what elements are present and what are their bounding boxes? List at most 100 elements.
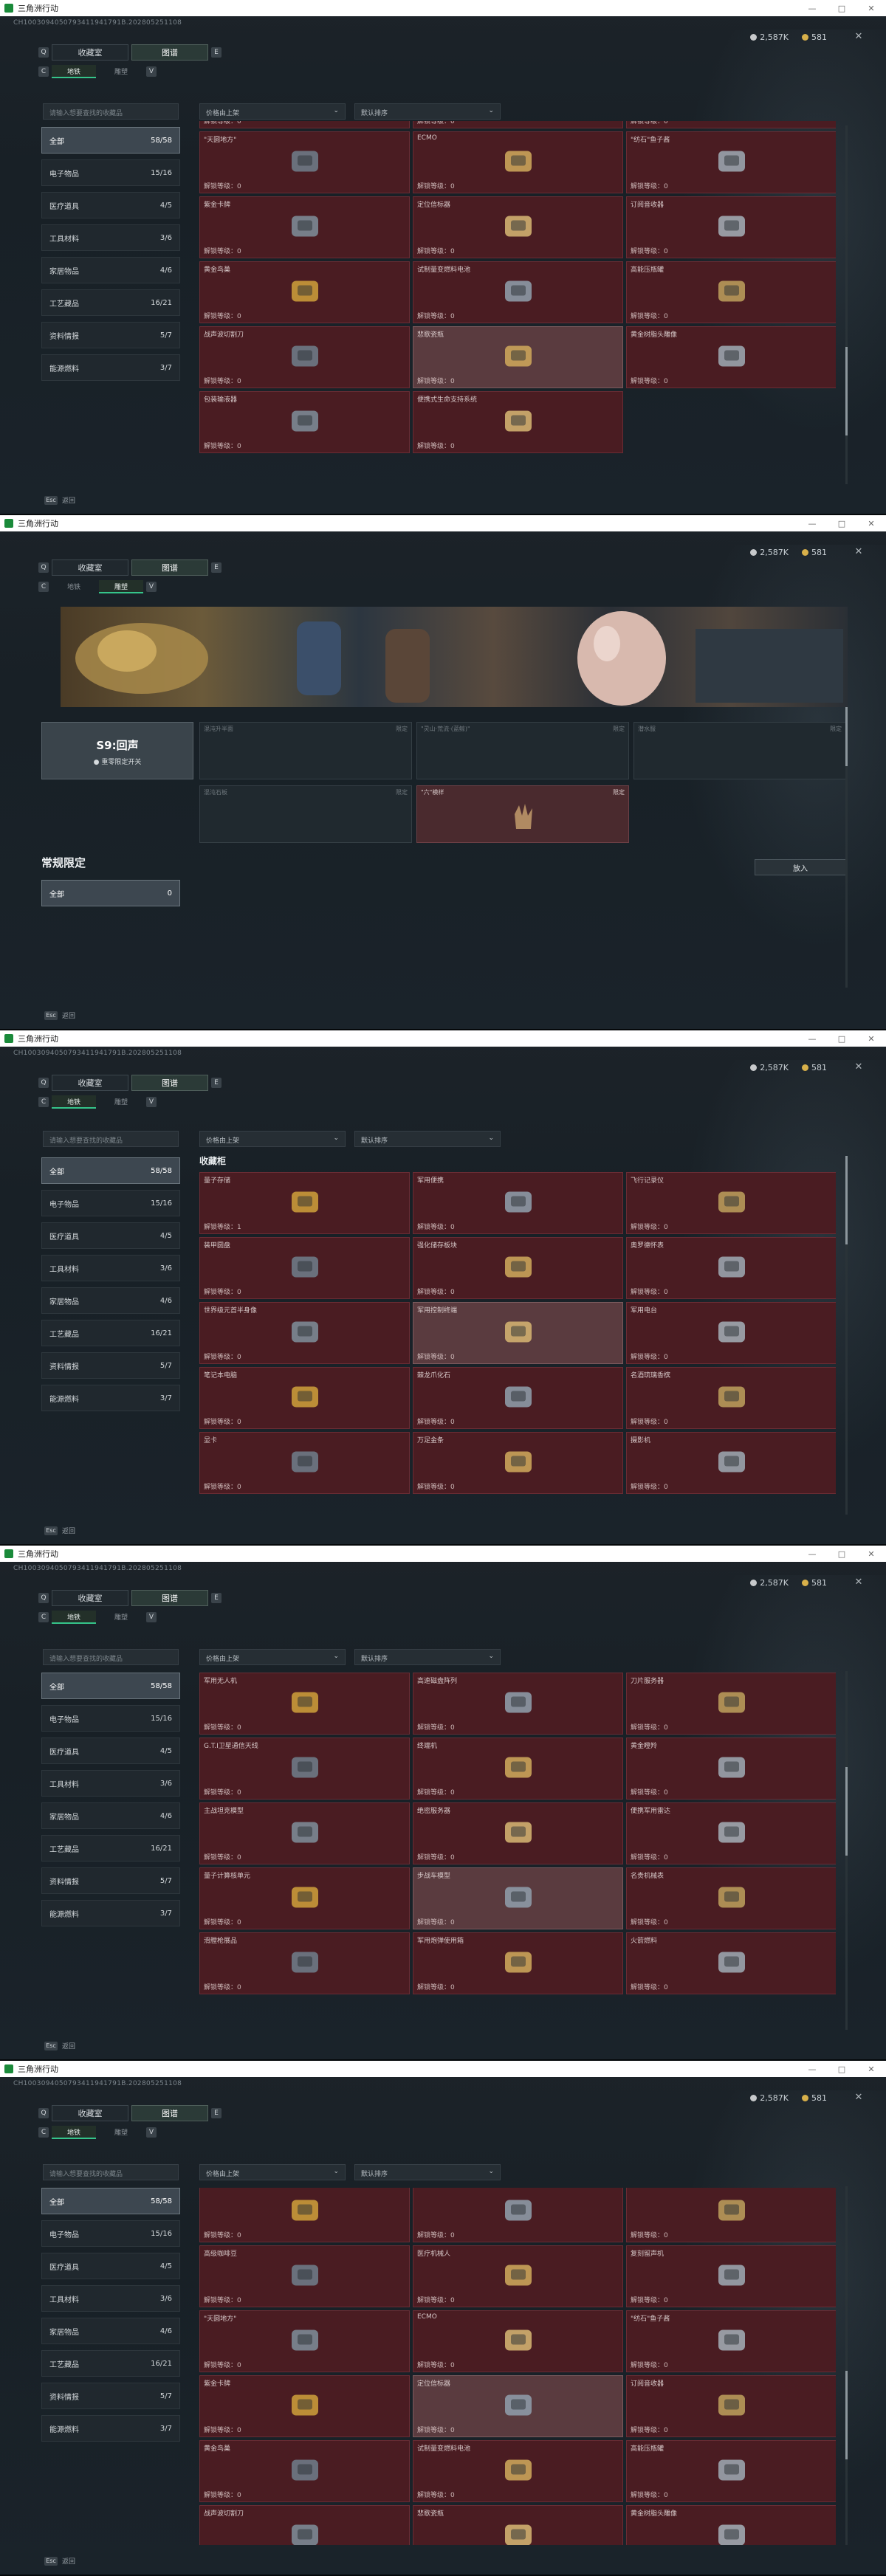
collection-card[interactable]: 定位信标器 解锁等级：0 bbox=[413, 196, 623, 258]
scrollbar-thumb[interactable] bbox=[845, 1767, 848, 1856]
close-button[interactable]: ✕ bbox=[856, 519, 886, 528]
collection-card[interactable]: 高速磁盘阵列 解锁等级：0 bbox=[413, 1673, 623, 1735]
sidebar-item-household[interactable]: 家居物品 4/6 bbox=[41, 1802, 180, 1829]
maximize-button[interactable]: □ bbox=[827, 1549, 856, 1559]
panel-close-icon[interactable]: ✕ bbox=[852, 1061, 865, 1075]
close-button[interactable]: ✕ bbox=[856, 2064, 886, 2074]
collection-card[interactable]: 黄金瞪羚 解锁等级：0 bbox=[626, 1738, 836, 1800]
subtab-metro[interactable]: 地铁 bbox=[52, 1095, 96, 1109]
season-card[interactable]: S9:回声 ● 重零限定开关 bbox=[41, 722, 193, 779]
season-slot[interactable]: "灵山·荒流·(蓝鲸)" 限定 bbox=[416, 722, 629, 779]
subtab-metro[interactable]: 地铁 bbox=[52, 580, 96, 593]
close-button[interactable]: ✕ bbox=[856, 4, 886, 13]
collection-card[interactable]: "纺石"鱼子酱 解锁等级：0 bbox=[626, 131, 836, 193]
collection-card[interactable]: 战声波切割刀解锁等级：0 bbox=[199, 326, 410, 388]
back-label[interactable]: 返回 bbox=[62, 1010, 75, 1020]
maximize-button[interactable]: □ bbox=[827, 2064, 856, 2074]
sidebar-item-crafts[interactable]: 工艺藏品 16/21 bbox=[41, 1320, 180, 1346]
collection-card[interactable]: 解锁等级：0 bbox=[413, 121, 623, 128]
tab-collection-room[interactable]: 收藏室 bbox=[52, 44, 128, 61]
maximize-button[interactable]: □ bbox=[827, 519, 856, 528]
subtab-sculpture[interactable]: 雕塑 bbox=[99, 580, 143, 593]
scrollbar-thumb[interactable] bbox=[845, 347, 848, 435]
collection-card[interactable]: "天圆地方" 解锁等级：0 bbox=[199, 131, 410, 193]
back-label[interactable]: 返回 bbox=[62, 495, 75, 505]
sidebar-item-intel[interactable]: 资料情报 5/7 bbox=[41, 1352, 180, 1379]
sidebar-item-all[interactable]: 全部 58/58 bbox=[41, 127, 180, 154]
collection-card[interactable]: 高能压瓶罐 解锁等级：0 bbox=[626, 261, 836, 323]
collection-card[interactable]: 强化储存板块 解锁等级：0 bbox=[413, 1237, 623, 1299]
back-label[interactable]: 返回 bbox=[62, 2556, 75, 2566]
season-slot[interactable]: 混沌升半面 限定 bbox=[199, 722, 412, 779]
minimize-button[interactable]: — bbox=[797, 519, 827, 528]
subtab-sculpture[interactable]: 雕塑 bbox=[99, 65, 143, 78]
back-label[interactable]: 返回 bbox=[62, 2041, 75, 2050]
scrollbar-thumb[interactable] bbox=[845, 707, 848, 766]
grid-scrollbar[interactable] bbox=[845, 1156, 848, 1515]
collection-card[interactable]: 紫金卡牌 解锁等级：0 bbox=[199, 2375, 410, 2437]
sort-dropdown[interactable]: 价格由上架 ⌄ bbox=[199, 2164, 346, 2180]
sidebar-item-all[interactable]: 全部 58/58 bbox=[41, 1157, 180, 1184]
panel-close-icon[interactable]: ✕ bbox=[852, 31, 865, 44]
collection-card[interactable]: 试制量变燃料电池 解锁等级：0 bbox=[413, 261, 623, 323]
tab-atlas[interactable]: 图谱 bbox=[131, 559, 208, 576]
grid-scrollbar[interactable] bbox=[845, 1671, 848, 2030]
scrollbar-thumb[interactable] bbox=[845, 1156, 848, 1244]
grid-scrollbar[interactable] bbox=[845, 125, 848, 484]
collection-card[interactable]: 高级咖啡豆 解锁等级：0 bbox=[199, 2245, 410, 2307]
collection-card[interactable]: 定位信标器 解锁等级：0 bbox=[413, 2375, 623, 2437]
sidebar-item-crafts[interactable]: 工艺藏品 16/21 bbox=[41, 1835, 180, 1862]
collection-card[interactable]: 主战坦克模型 解锁等级：0 bbox=[199, 1802, 410, 1864]
minimize-button[interactable]: — bbox=[797, 1034, 827, 1044]
tab-atlas[interactable]: 图谱 bbox=[131, 1590, 208, 1606]
collection-card[interactable]: 万足金条 解锁等级：0 bbox=[413, 1432, 623, 1494]
panel-close-icon[interactable]: ✕ bbox=[852, 2092, 865, 2105]
subtab-metro[interactable]: 地铁 bbox=[52, 65, 96, 78]
collection-card[interactable]: 包装输液器 解锁等级：0 bbox=[199, 391, 410, 453]
collection-card[interactable]: 棘龙爪化石 解锁等级：0 bbox=[413, 1367, 623, 1429]
collection-card[interactable]: 飞行记录仪 解锁等级：0 bbox=[626, 1172, 836, 1234]
collection-card[interactable]: 摄影机 解锁等级：0 bbox=[626, 1432, 836, 1494]
collection-card[interactable]: 军用控制终端 解锁等级：0 bbox=[413, 1302, 623, 1364]
season-slot[interactable]: 潜水服 限定 bbox=[633, 722, 846, 779]
collection-card[interactable]: 悲歌瓷瓶解锁等级：0 bbox=[413, 326, 623, 388]
sidebar-item-tools[interactable]: 工具材料 3/6 bbox=[41, 1770, 180, 1797]
place-button[interactable]: 放入 bbox=[755, 859, 846, 875]
collection-card[interactable]: 解锁等级：0 bbox=[626, 2188, 836, 2242]
collection-card[interactable]: 装甲圆盘 解锁等级：0 bbox=[199, 1237, 410, 1299]
collection-card[interactable]: 复刻留声机 解锁等级：0 bbox=[626, 2245, 836, 2307]
sidebar-item-crafts[interactable]: 工艺藏品 16/21 bbox=[41, 2350, 180, 2377]
minimize-button[interactable]: — bbox=[797, 4, 827, 13]
collection-card[interactable]: 滑膛枪展品 解锁等级：0 bbox=[199, 1932, 410, 1994]
scrollbar-thumb[interactable] bbox=[845, 2371, 848, 2459]
sidebar-item-electronics[interactable]: 电子物品 15/16 bbox=[41, 1705, 180, 1732]
sidebar-item-household[interactable]: 家居物品 4/6 bbox=[41, 257, 180, 283]
order-dropdown[interactable]: 默认排序 ⌄ bbox=[354, 1131, 501, 1147]
collection-card[interactable]: G.T.I卫星通信天线 解锁等级：0 bbox=[199, 1738, 410, 1800]
collection-card[interactable]: 黄金树脂头雕像解锁等级：0 bbox=[626, 326, 836, 388]
subtab-sculpture[interactable]: 雕塑 bbox=[99, 2126, 143, 2139]
collection-card[interactable]: 量子存储 解锁等级：1 bbox=[199, 1172, 410, 1234]
search-input[interactable]: 请输入想要查找的收藏品 bbox=[43, 103, 179, 120]
sidebar-item-tools[interactable]: 工具材料 3/6 bbox=[41, 1255, 180, 1281]
collection-card[interactable]: 名酒琉璃香槟 解锁等级：0 bbox=[626, 1367, 836, 1429]
season-slot[interactable]: 混沌石板 限定 bbox=[199, 785, 412, 843]
subtab-metro[interactable]: 地铁 bbox=[52, 1611, 96, 1624]
grid-scrollbar[interactable] bbox=[845, 2186, 848, 2545]
collection-card[interactable]: 战声波切割刀解锁等级：0 bbox=[199, 2505, 410, 2545]
tab-collection-room[interactable]: 收藏室 bbox=[52, 1075, 128, 1091]
maximize-button[interactable]: □ bbox=[827, 1034, 856, 1044]
collection-card[interactable]: 笔记本电脑 解锁等级：0 bbox=[199, 1367, 410, 1429]
back-label[interactable]: 返回 bbox=[62, 1526, 75, 1535]
sidebar-item-household[interactable]: 家居物品 4/6 bbox=[41, 1287, 180, 1314]
collection-card[interactable]: 试制量变燃料电池 解锁等级：0 bbox=[413, 2440, 623, 2502]
sidebar-item-medical[interactable]: 医疗道具 4/5 bbox=[41, 2253, 180, 2279]
regular-item-all[interactable]: 全部 0 bbox=[41, 880, 180, 906]
collection-card[interactable]: 紫金卡牌 解锁等级：0 bbox=[199, 196, 410, 258]
subtab-sculpture[interactable]: 雕塑 bbox=[99, 1095, 143, 1109]
collection-card[interactable]: 便携军用雷达 解锁等级：0 bbox=[626, 1802, 836, 1864]
collection-card[interactable]: ECMO 解锁等级：0 bbox=[413, 131, 623, 193]
collection-card[interactable]: 解锁等级：0 bbox=[199, 2188, 410, 2242]
collection-card[interactable]: 火箭燃料 解锁等级：0 bbox=[626, 1932, 836, 1994]
collection-card[interactable]: ECMO 解锁等级：0 bbox=[413, 2310, 623, 2372]
